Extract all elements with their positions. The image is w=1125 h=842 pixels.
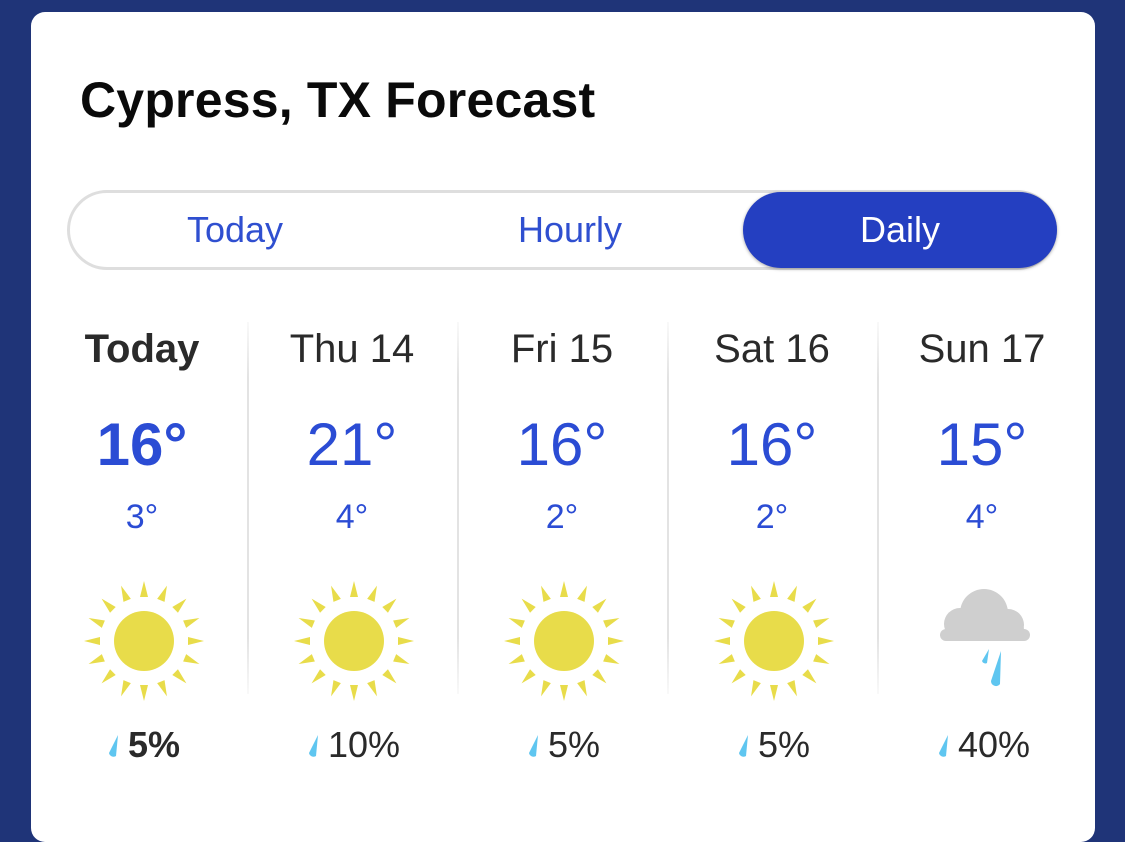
raindrop-icon: [308, 735, 318, 757]
precip-chance: 5%: [37, 723, 247, 767]
precip-value: 40%: [957, 724, 1031, 765]
precip-value: 5%: [757, 724, 811, 765]
day-column[interactable]: Sun 17 15° 4° 40%: [877, 317, 1087, 787]
precip-value: 5%: [547, 724, 601, 765]
raindrop-icon: [108, 735, 118, 757]
high-temp: 16°: [516, 411, 608, 478]
day-column[interactable]: Sat 16 16° 2° 5%: [667, 317, 877, 787]
page-title: Cypress, TX Forecast: [80, 72, 596, 128]
high-temp: 16°: [96, 411, 188, 478]
day-name: Fri 15: [510, 327, 614, 371]
precip-chance: 5%: [667, 723, 877, 767]
low-temp: 2°: [755, 498, 789, 536]
day-name: Sat 16: [714, 327, 830, 371]
tab-today[interactable]: Today: [70, 193, 400, 267]
rain-cloud-icon: [922, 579, 1046, 703]
low-temp: 4°: [335, 498, 369, 536]
precip-chance: 5%: [457, 723, 667, 767]
low-temp: 4°: [965, 498, 999, 536]
raindrop-icon: [528, 735, 538, 757]
tab-daily[interactable]: Daily: [743, 192, 1057, 268]
high-temp: 16°: [726, 411, 818, 478]
precip-chance: 10%: [247, 723, 457, 767]
forecast-card: Cypress, TX Forecast Today Hourly Daily …: [31, 12, 1095, 842]
sun-icon: [82, 579, 206, 703]
day-name: Sun 17: [918, 327, 1046, 371]
low-temp: 2°: [545, 498, 579, 536]
high-temp: 21°: [306, 411, 398, 478]
daily-forecast-list: Today 16° 3° 5% Thu 14 21° 4° 10% Fri 15…: [37, 317, 1087, 787]
tab-hourly[interactable]: Hourly: [405, 193, 735, 267]
forecast-tabs: Today Hourly Daily: [67, 190, 1057, 270]
day-column[interactable]: Today 16° 3° 5%: [37, 317, 247, 787]
sun-icon: [292, 579, 416, 703]
sun-icon: [502, 579, 626, 703]
raindrop-icon: [738, 735, 748, 757]
low-temp: 3°: [125, 498, 159, 536]
high-temp: 15°: [936, 411, 1028, 478]
precip-chance: 40%: [877, 723, 1087, 767]
day-name: Thu 14: [289, 327, 415, 371]
precip-value: 10%: [327, 724, 401, 765]
day-column[interactable]: Fri 15 16° 2° 5%: [457, 317, 667, 787]
precip-value: 5%: [127, 724, 181, 765]
raindrop-icon: [938, 735, 948, 757]
sun-icon: [712, 579, 836, 703]
day-column[interactable]: Thu 14 21° 4° 10%: [247, 317, 457, 787]
day-name: Today: [84, 327, 200, 371]
